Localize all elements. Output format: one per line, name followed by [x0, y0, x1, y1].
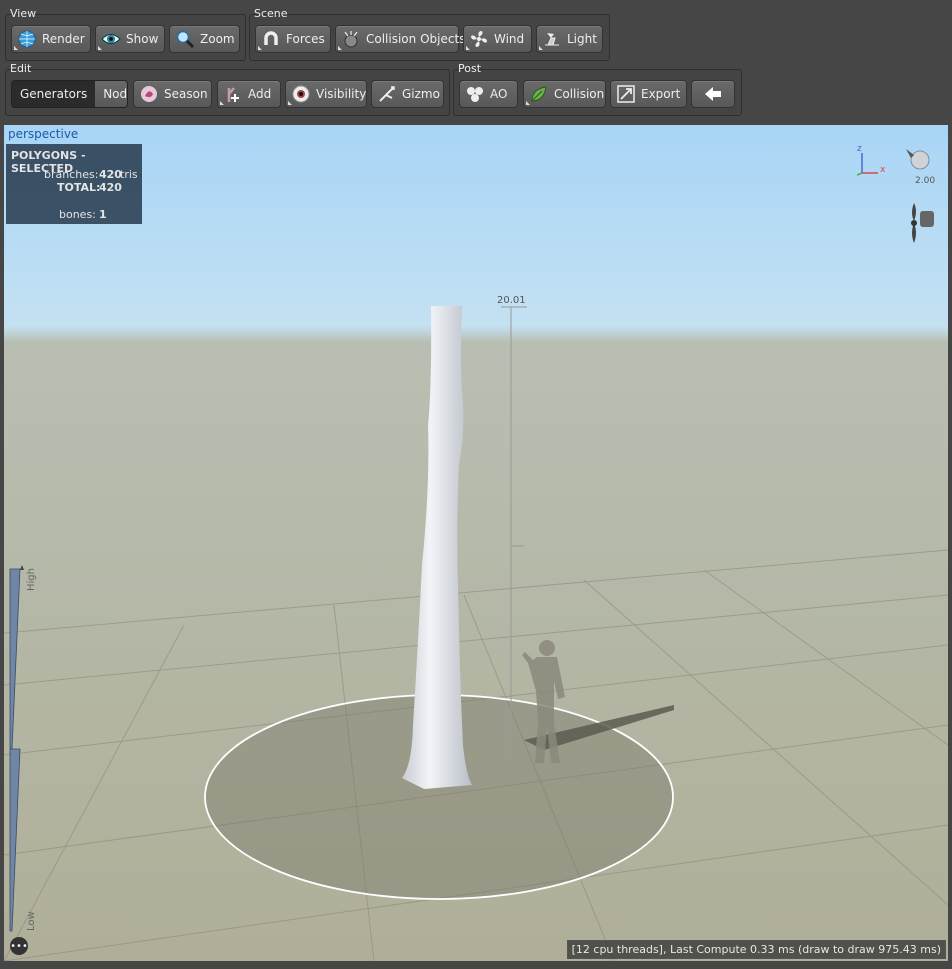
show-button[interactable]: Show — [95, 25, 165, 53]
season-label: Season — [164, 87, 208, 101]
render-label: Render — [42, 32, 85, 46]
lod-low-label: Low — [26, 911, 37, 931]
light-button[interactable]: Light — [536, 25, 603, 53]
zoom-label: Zoom — [200, 32, 235, 46]
scale-height-label: 20.01 — [497, 295, 526, 306]
eyeball-icon — [291, 84, 311, 104]
lod-slider[interactable] — [8, 565, 24, 933]
edit-group-label: Edit — [10, 62, 32, 75]
show-label: Show — [126, 32, 159, 46]
wind-button[interactable]: Wind — [463, 25, 532, 53]
zoom-button[interactable]: Zoom — [169, 25, 240, 53]
fan-icon — [469, 29, 489, 49]
scene-group-label: Scene — [254, 7, 288, 20]
season-icon — [139, 84, 159, 104]
collision-objects-label: Collision Objects — [366, 32, 466, 46]
branches-unit: tris — [120, 168, 138, 181]
ao-icon — [465, 84, 485, 104]
branches-value: 420 — [99, 168, 122, 181]
axis-x-label: x — [880, 165, 886, 175]
generators-tab[interactable]: Generators — [12, 81, 96, 107]
total-label: TOTAL: — [57, 181, 101, 194]
camera-label[interactable]: perspective — [8, 127, 78, 141]
ao-label: AO — [490, 87, 508, 101]
more-icon: ••• — [10, 940, 28, 952]
light-bulb-icon[interactable] — [902, 143, 934, 173]
render-button[interactable]: Render — [11, 25, 91, 53]
edit-mode-segment: Generators Nodes — [11, 80, 128, 108]
more-options-button[interactable]: ••• — [10, 937, 28, 955]
magnet-icon — [261, 29, 281, 49]
gizmo-button[interactable]: Gizmo — [371, 80, 444, 108]
lamp-icon — [542, 29, 562, 49]
back-button[interactable] — [691, 80, 735, 108]
collision-label: Collision — [554, 87, 605, 101]
gizmo-icon — [377, 84, 397, 104]
arrow-left-icon — [703, 84, 723, 104]
visibility-button[interactable]: Visibility — [285, 80, 367, 108]
viewport-3d[interactable]: perspective POLYGONS - SELECTED branches… — [4, 125, 948, 961]
add-label: Add — [248, 87, 272, 101]
export-icon — [616, 84, 636, 104]
add-icon — [223, 84, 243, 104]
branches-label: branches: — [44, 168, 99, 181]
globe-icon — [17, 29, 37, 49]
bones-value: 1 — [99, 208, 107, 221]
post-group-label: Post — [458, 62, 482, 75]
lod-high-label: High — [26, 568, 37, 591]
status-bar: [12 cpu threads], Last Compute 0.33 ms (… — [566, 940, 946, 959]
fan-gizmo-icon[interactable] — [902, 201, 938, 245]
ao-button[interactable]: AO — [459, 80, 518, 108]
gizmo-label: Gizmo — [402, 87, 440, 101]
bones-label: bones: — [59, 208, 96, 221]
collision-icon — [341, 29, 361, 49]
export-label: Export — [641, 87, 681, 101]
view-group-label: View — [10, 7, 37, 20]
collision-button[interactable]: Collision — [523, 80, 606, 108]
axis-z-label: z — [857, 144, 862, 154]
axis-gizmo[interactable]: z x — [852, 144, 886, 177]
light-label: Light — [567, 32, 597, 46]
eye-icon — [101, 29, 121, 49]
wind-label: Wind — [494, 32, 525, 46]
forces-label: Forces — [286, 32, 325, 46]
season-button[interactable]: Season — [133, 80, 212, 108]
forces-button[interactable]: Forces — [255, 25, 331, 53]
leaf-icon — [529, 84, 549, 104]
collision-objects-button[interactable]: Collision Objects — [335, 25, 465, 53]
magnifier-icon — [175, 29, 195, 49]
light-intensity-value: 2.00 — [915, 176, 936, 186]
scene-canvas — [4, 306, 948, 961]
polygon-stats-panel: POLYGONS - SELECTED branches: 420 tris T… — [6, 144, 142, 224]
add-button[interactable]: Add — [217, 80, 281, 108]
export-button[interactable]: Export — [610, 80, 687, 108]
toolbar: View Render Show Zoom Scene Forces Colli… — [0, 0, 952, 125]
total-value: 420 — [99, 181, 122, 194]
nodes-tab[interactable]: Nodes — [95, 81, 127, 107]
visibility-label: Visibility — [316, 87, 367, 101]
